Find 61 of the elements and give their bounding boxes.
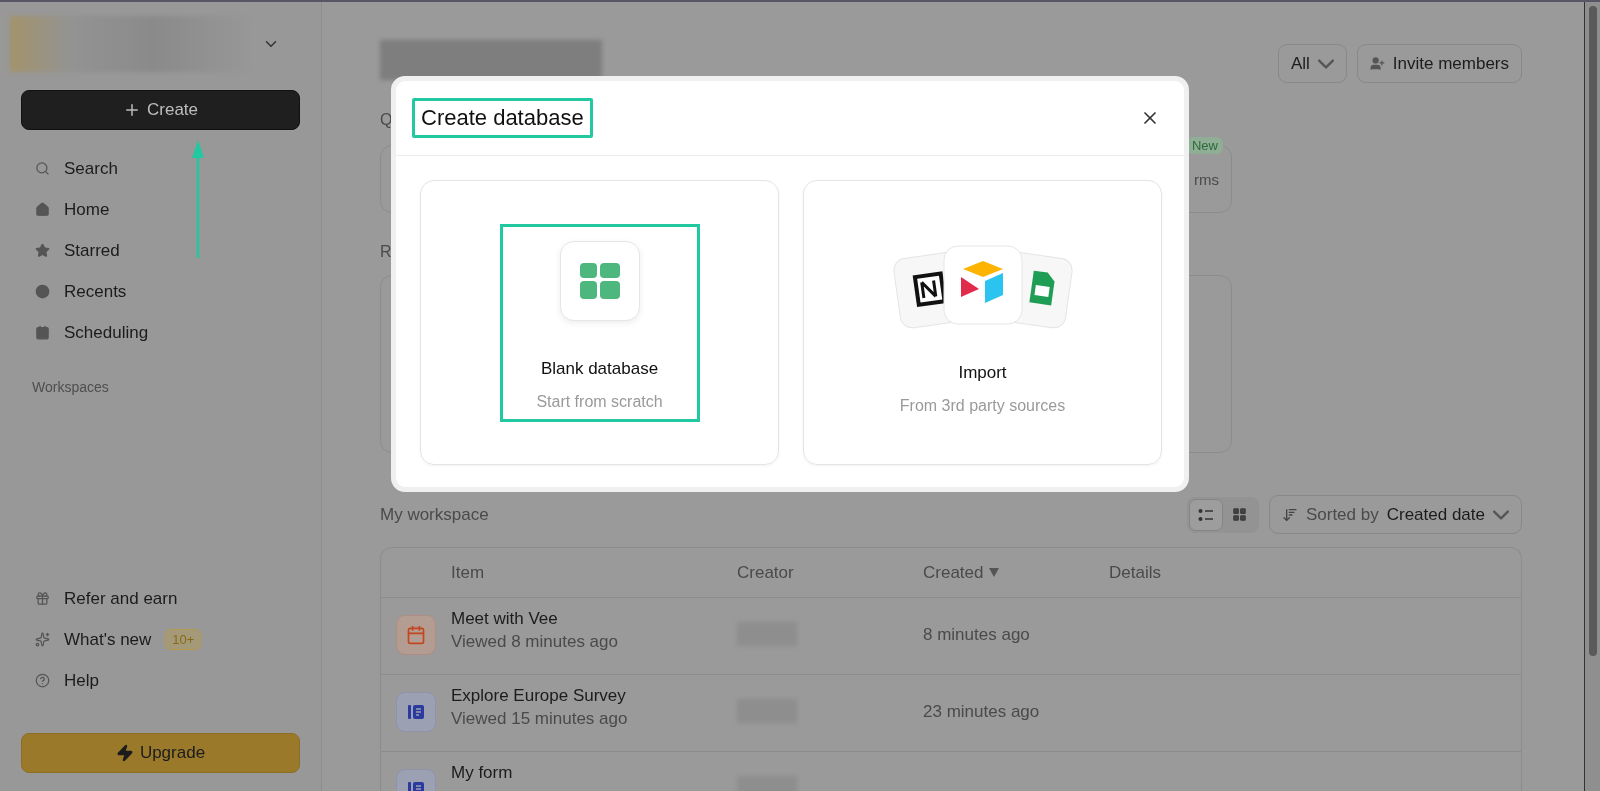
nav-label: Help <box>64 670 99 691</box>
option-title: Import <box>958 362 1007 383</box>
option-title: Blank database <box>540 358 659 379</box>
lightning-icon <box>115 744 134 762</box>
create-button[interactable]: Create <box>21 90 300 130</box>
nav-item[interactable]: Recents <box>21 271 300 312</box>
chevron-down-icon <box>1317 58 1334 69</box>
home-icon <box>35 202 50 217</box>
table-grid-icon <box>579 262 620 299</box>
nav-item[interactable]: What's new 10+ <box>21 619 300 660</box>
nav-item[interactable]: Search <box>21 148 300 189</box>
sort-icon <box>1281 506 1298 523</box>
card-label: rms <box>1194 170 1219 188</box>
item-name[interactable]: Meet with Vee <box>451 609 737 629</box>
list-icon <box>1197 507 1214 522</box>
option-card[interactable]: Blank database Start from scratch <box>420 180 779 465</box>
calendar-icon <box>396 615 436 655</box>
sort-dropdown[interactable]: Sorted by Created date <box>1268 495 1522 534</box>
sort-down-icon <box>989 568 1000 577</box>
column-header[interactable]: Details <box>1109 562 1521 583</box>
form-icon <box>396 692 436 732</box>
help-icon <box>35 673 50 688</box>
section-label: R <box>380 243 392 261</box>
nav-label: Refer and earn <box>64 588 178 609</box>
nav-item[interactable]: Help <box>21 660 300 701</box>
calendar-icon <box>35 325 50 340</box>
item-name[interactable]: Explore Europe Survey <box>451 686 737 706</box>
column-header[interactable]: Creator <box>737 562 923 583</box>
section-title: My workspace <box>380 504 489 525</box>
upgrade-button[interactable]: Upgrade <box>21 733 300 773</box>
invite-members-button[interactable]: Invite members <box>1356 44 1522 83</box>
search-icon <box>35 161 50 176</box>
created-time: 23 minutes ago <box>923 702 1041 722</box>
viewed-time: Viewed 8 minutes ago <box>451 632 619 652</box>
nav-label: What's new <box>64 629 152 650</box>
item-name[interactable]: My form <box>451 763 737 783</box>
sparkles-icon <box>35 632 50 647</box>
section-label: Workspaces <box>31 379 110 395</box>
option-card[interactable]: Import From 3rd party sources <box>803 180 1162 465</box>
grid-icon <box>1232 507 1248 522</box>
count-badge: 10+ <box>165 629 202 650</box>
clock-icon <box>35 284 50 299</box>
nav-item[interactable]: Home <box>21 189 300 230</box>
dialog-title: Create database <box>412 98 593 138</box>
list-view-toggle[interactable] <box>1188 498 1223 531</box>
filter-dropdown[interactable]: All <box>1277 44 1347 83</box>
gift-icon <box>35 591 50 606</box>
nav-item[interactable]: Refer and earn <box>21 578 300 619</box>
chevron-down-icon <box>1493 509 1509 520</box>
nav-item[interactable]: Starred <box>21 230 300 271</box>
star-icon <box>35 243 50 258</box>
option-subtitle: From 3rd party sources <box>899 396 1066 415</box>
nav-item[interactable]: Scheduling <box>21 312 300 353</box>
created-time: 8 minutes ago <box>923 625 1031 645</box>
viewed-time: Viewed 15 minutes ago <box>451 709 629 729</box>
scrollbar[interactable] <box>1584 2 1600 791</box>
column-header[interactable]: Item <box>451 562 737 583</box>
column-header[interactable]: Created <box>923 562 1109 583</box>
option-subtitle: Start from scratch <box>536 392 663 411</box>
add-person-icon <box>1369 56 1385 71</box>
plus-icon <box>123 101 141 119</box>
